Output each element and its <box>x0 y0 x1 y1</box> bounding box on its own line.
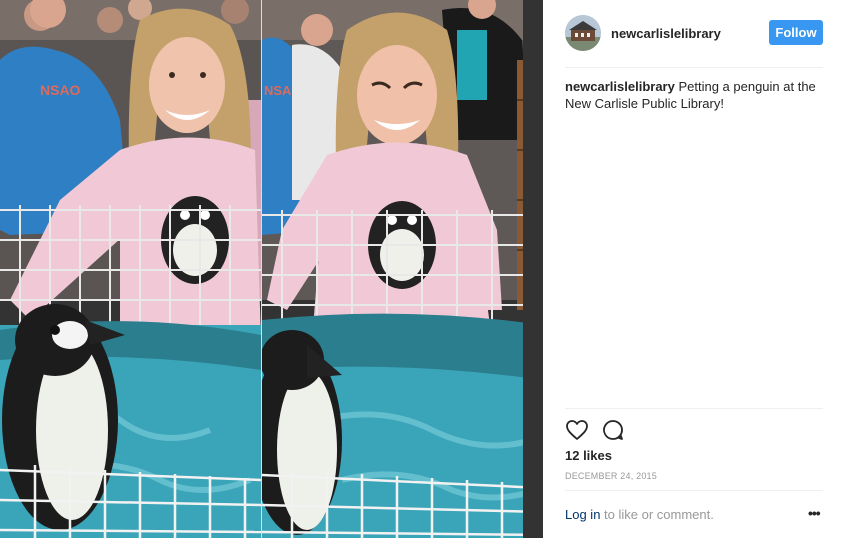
avatar[interactable] <box>565 15 601 51</box>
post-photo[interactable]: NSAO NSA <box>0 0 543 538</box>
login-prompt-text: to like or comment. <box>600 507 714 522</box>
heart-outline-icon[interactable] <box>565 418 589 442</box>
post-username[interactable]: newcarlislelibrary <box>611 26 721 41</box>
svg-text:NSAO: NSAO <box>40 82 81 98</box>
photo-frame-right: NSA <box>262 0 523 538</box>
post-header: newcarlislelibrary Follow <box>543 0 842 67</box>
caption-username[interactable]: newcarlislelibrary <box>565 79 675 94</box>
post-date: DECEMBER 24, 2015 <box>565 471 657 481</box>
comment-bubble-icon[interactable] <box>601 418 625 442</box>
follow-button[interactable]: Follow <box>769 20 823 45</box>
photo-frame-left: NSAO <box>0 0 261 538</box>
post-sidebar: newcarlislelibrary Follow newcarlislelib… <box>543 0 842 538</box>
more-options-icon[interactable]: ••• <box>808 505 821 521</box>
header-divider <box>565 67 823 68</box>
login-prompt: Log in to like or comment. <box>565 507 823 522</box>
post-caption: newcarlislelibrary Petting a penguin at … <box>565 78 823 112</box>
footer-divider <box>565 490 823 491</box>
actions-divider <box>565 408 823 409</box>
likes-count[interactable]: 12 likes <box>565 448 612 463</box>
login-link[interactable]: Log in <box>565 507 600 522</box>
svg-text:NSA: NSA <box>264 83 292 98</box>
